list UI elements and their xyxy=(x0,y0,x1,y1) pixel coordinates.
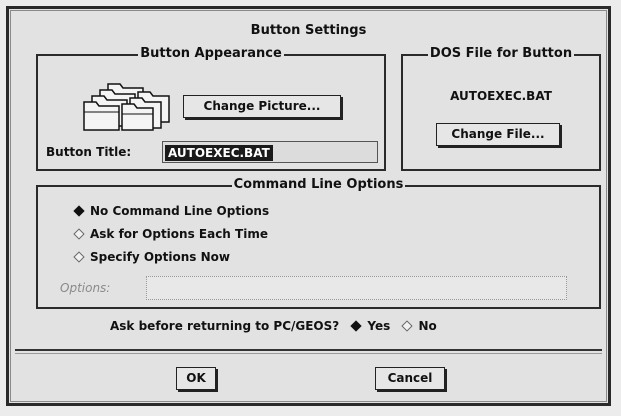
options-input[interactable] xyxy=(146,276,567,300)
radio-no[interactable]: No xyxy=(400,319,437,333)
cancel-button[interactable]: Cancel xyxy=(375,367,445,390)
radio-selected-icon xyxy=(350,320,363,332)
dialog-title: Button Settings xyxy=(250,23,367,38)
radio-yes[interactable]: Yes xyxy=(349,319,394,333)
change-picture-button[interactable]: Change Picture... xyxy=(183,95,341,118)
radio-unselected-icon xyxy=(401,320,414,332)
dos-file-group: DOS File for Button AUTOEXEC.BAT Change … xyxy=(401,46,601,171)
button-title-value: AUTOEXEC.BAT xyxy=(165,145,273,161)
button-title-input[interactable]: AUTOEXEC.BAT xyxy=(162,141,378,163)
dos-file-legend: DOS File for Button xyxy=(427,46,575,61)
options-field-label: Options: xyxy=(60,281,111,295)
command-line-options-group: Command Line Options No Command Line Opt… xyxy=(36,177,601,309)
button-title-label: Button Title: xyxy=(46,145,132,159)
ask-before-returning-row: Ask before returning to PC/GEOS? Yes No xyxy=(110,318,437,334)
ask-before-returning-label: Ask before returning to PC/GEOS? xyxy=(110,319,340,333)
folder-stack-icon xyxy=(83,83,170,131)
button-settings-dialog: Button Settings Button Appearance Change… xyxy=(6,6,611,406)
command-line-options-legend: Command Line Options xyxy=(231,177,406,192)
button-appearance-legend: Button Appearance xyxy=(138,46,284,61)
radio-unselected-icon xyxy=(73,251,85,263)
dos-file-name: AUTOEXEC.BAT xyxy=(450,89,552,103)
radio-specify-options-now[interactable]: Specify Options Now xyxy=(72,249,230,265)
radio-unselected-icon xyxy=(73,228,85,240)
divider xyxy=(15,349,602,351)
button-appearance-group: Button Appearance Change Picture... Butt… xyxy=(36,46,386,171)
radio-ask-for-options[interactable]: Ask for Options Each Time xyxy=(72,226,268,242)
divider xyxy=(15,353,602,354)
radio-no-command-line-options[interactable]: No Command Line Options xyxy=(72,203,269,219)
ok-button[interactable]: OK xyxy=(176,367,216,390)
change-file-button[interactable]: Change File... xyxy=(436,123,560,146)
radio-selected-icon xyxy=(73,205,85,217)
